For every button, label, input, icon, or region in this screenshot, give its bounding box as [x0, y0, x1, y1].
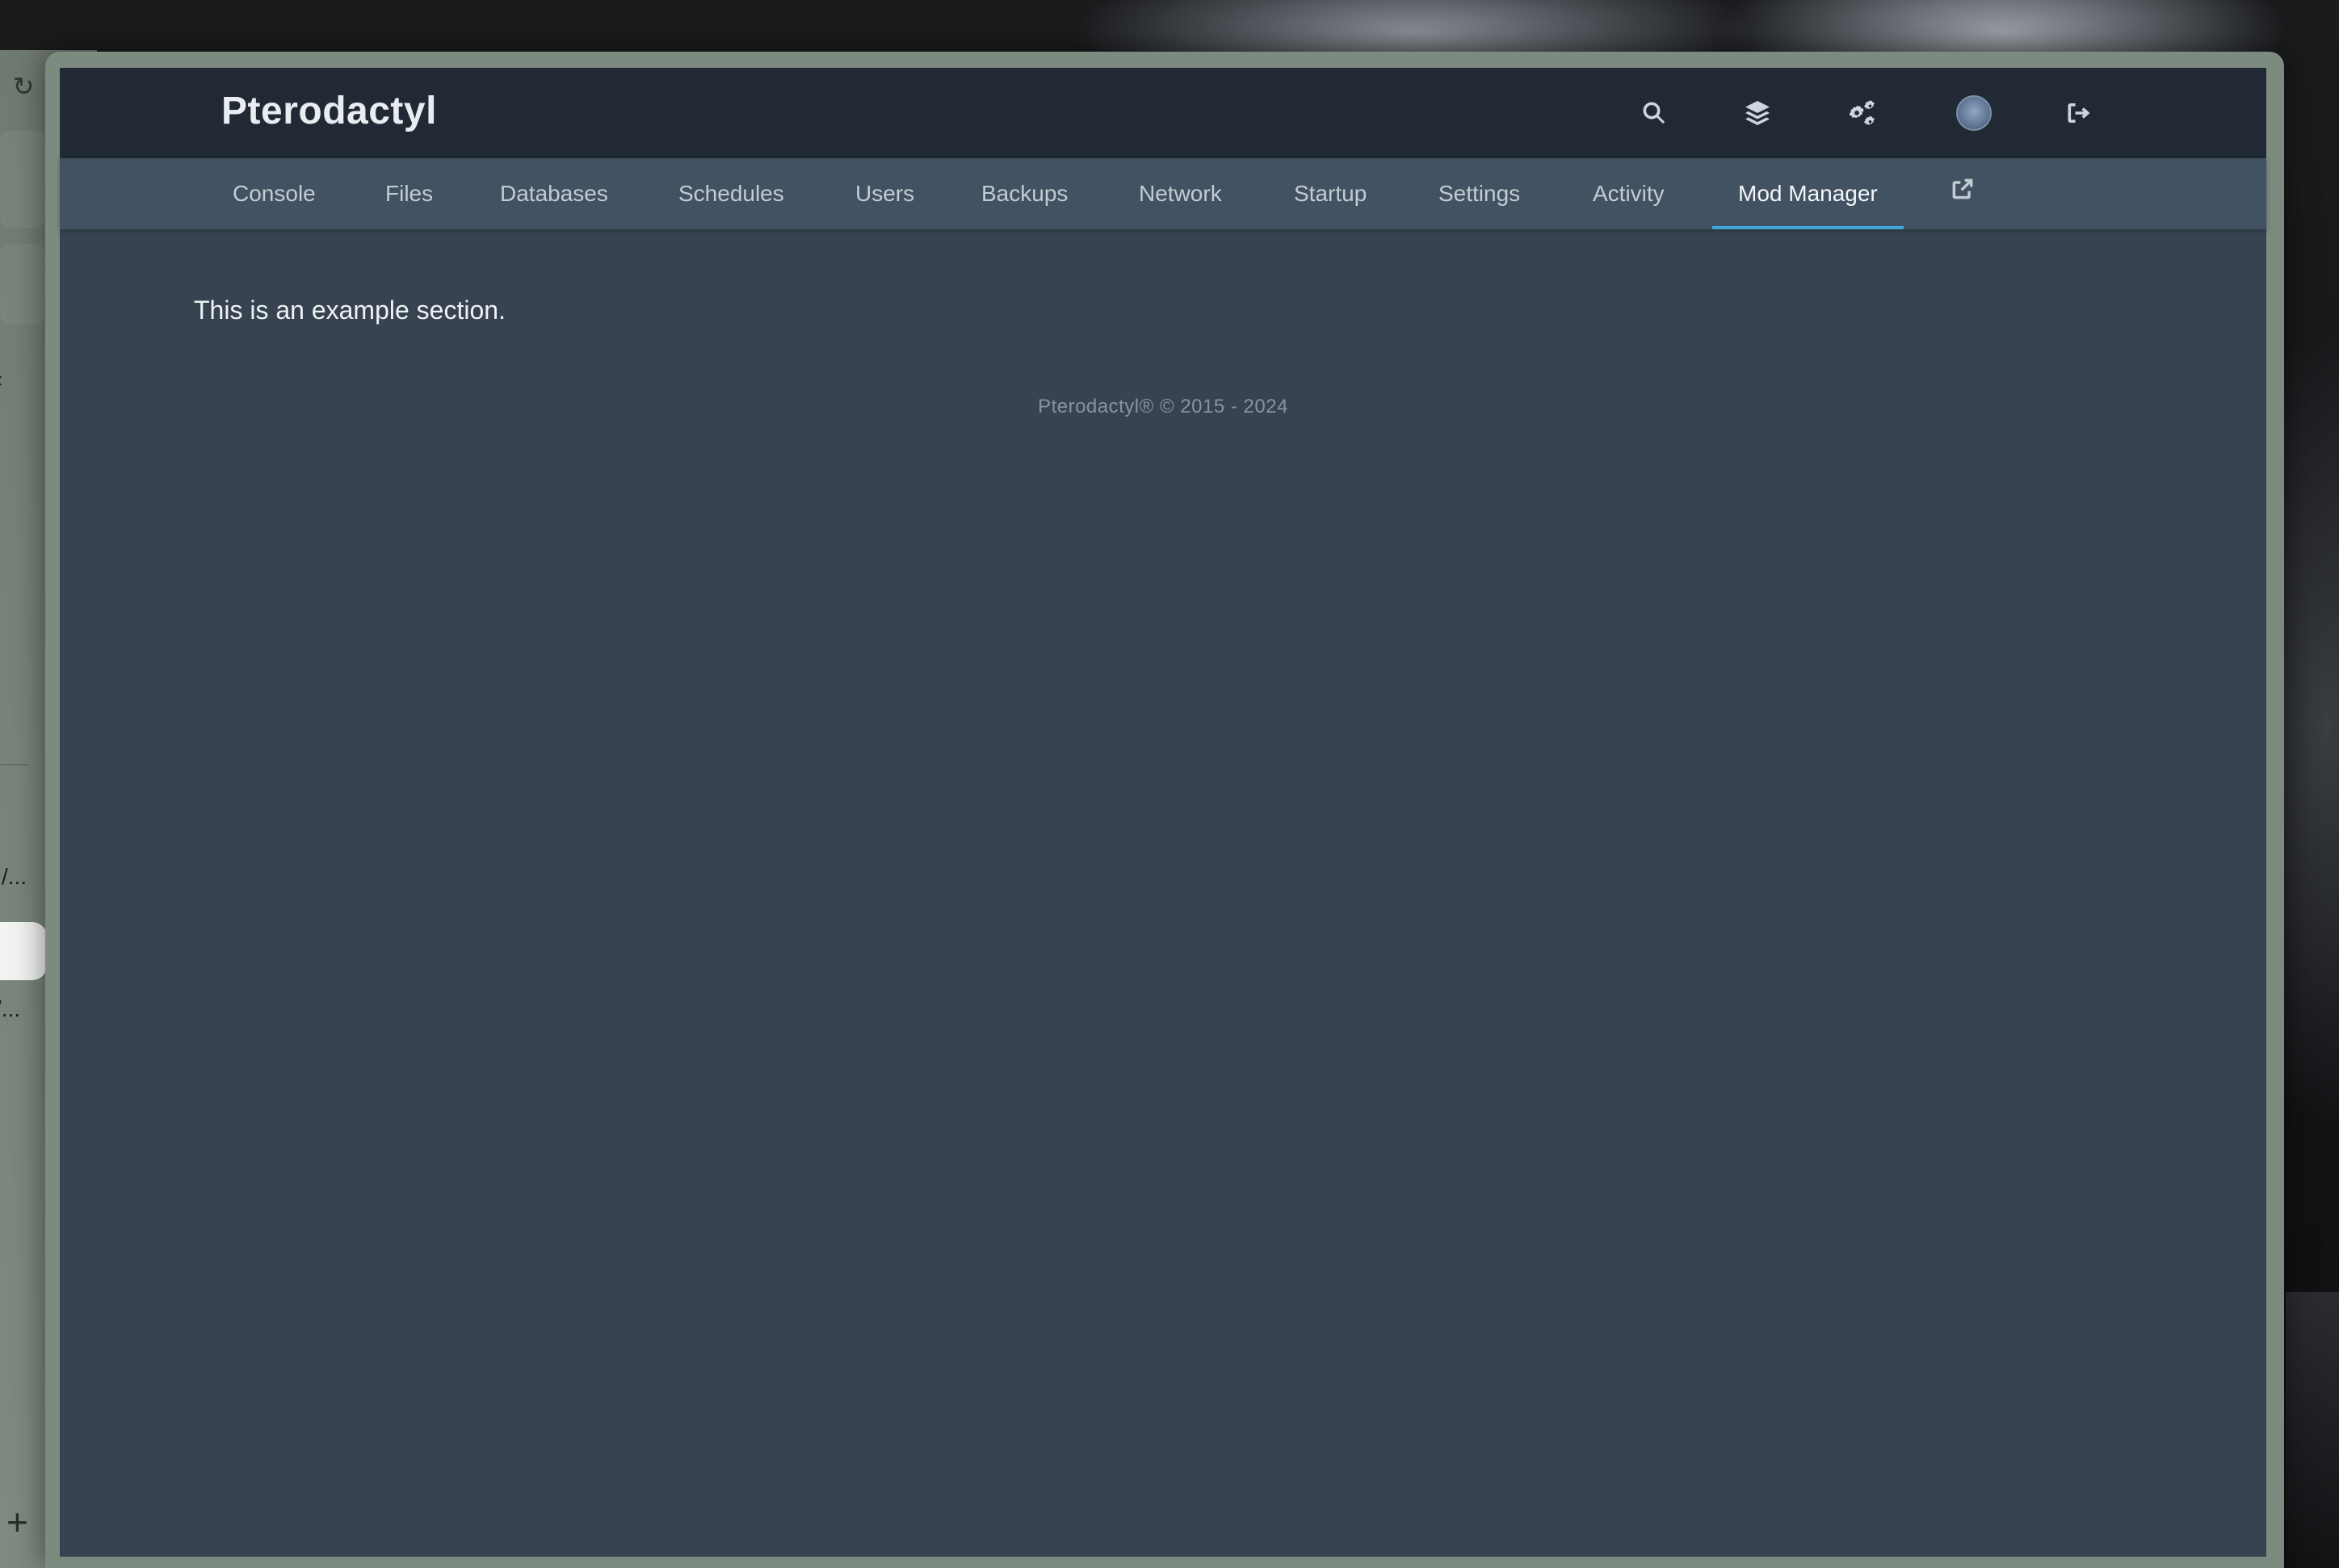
plus-icon[interactable]: + — [6, 1503, 28, 1541]
background-app-fragment: ‹ — [0, 367, 2, 392]
tab-schedules[interactable]: Schedules — [678, 158, 784, 229]
user-avatar[interactable] — [1953, 92, 1995, 134]
external-link-icon[interactable] — [1950, 176, 1985, 212]
tab-console[interactable]: Console — [233, 158, 316, 229]
search-icon[interactable] — [1633, 92, 1675, 134]
tab-startup[interactable]: Startup — [1294, 158, 1367, 229]
top-navbar: Pterodactyl — [60, 68, 2266, 158]
tab-backups[interactable]: Backups — [981, 158, 1068, 229]
tab-databases[interactable]: Databases — [500, 158, 608, 229]
tab-activity[interactable]: Activity — [1593, 158, 1665, 229]
desktop-wallpaper-edge — [2286, 1292, 2339, 1568]
reload-icon[interactable]: ↻ — [10, 73, 37, 100]
background-app-fragment: /... — [2, 864, 27, 889]
avatar — [1956, 95, 1992, 131]
cogs-icon[interactable] — [1843, 92, 1885, 134]
layers-icon[interactable] — [1736, 92, 1778, 134]
tab-users[interactable]: Users — [855, 158, 914, 229]
tab-mod-manager[interactable]: Mod Manager — [1712, 158, 1904, 229]
background-app-pill — [0, 244, 45, 325]
tab-network[interactable]: Network — [1139, 158, 1222, 229]
background-app-fragment: /... — [0, 996, 21, 1021]
server-subnavigation: Console Files Databases Schedules Users … — [60, 158, 2266, 229]
brand-logo-text[interactable]: Pterodactyl — [221, 89, 437, 133]
section-text: This is an example section. — [194, 296, 506, 325]
pterodactyl-panel: Pterodactyl Console Files Databases Sche… — [60, 68, 2266, 1557]
tab-settings[interactable]: Settings — [1438, 158, 1520, 229]
tab-files[interactable]: Files — [385, 158, 433, 229]
background-app-divider — [0, 764, 29, 765]
background-app-pill — [0, 131, 45, 228]
sign-out-icon[interactable] — [2058, 92, 2100, 134]
footer-copyright: Pterodactyl® © 2015 - 2024 — [1038, 396, 1288, 417]
background-app-card[interactable] — [0, 922, 47, 980]
